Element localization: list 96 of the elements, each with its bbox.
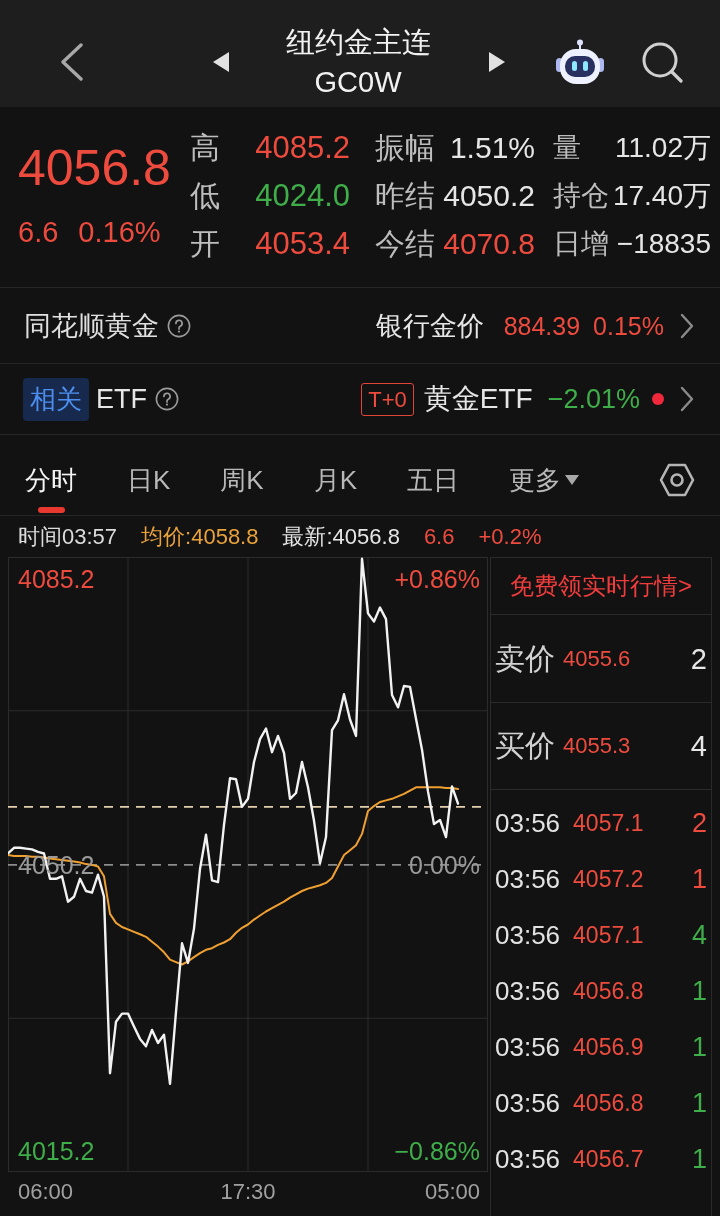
tab[interactable]: 分时 xyxy=(25,465,77,513)
section-title: ETF xyxy=(96,383,147,416)
stat-label: 开 xyxy=(190,226,220,262)
trade-time: 03:56 xyxy=(495,1031,561,1063)
time-readout: 时间03:57 xyxy=(18,523,118,550)
trade-price: 4056.8 xyxy=(573,977,644,1006)
chevron-right-icon xyxy=(680,312,694,339)
stat-value: 4085.2 xyxy=(255,130,350,166)
stat-label: 低 xyxy=(190,178,220,214)
help-icon[interactable] xyxy=(167,313,191,338)
trade-time: 03:56 xyxy=(495,919,561,951)
trading-rule-tag: T+0 xyxy=(361,382,414,416)
back-icon xyxy=(60,42,84,81)
stat-label: 量 xyxy=(553,131,581,165)
trade-time: 03:56 xyxy=(495,975,561,1007)
stat-value: 1.51% xyxy=(449,130,535,166)
bank-price-change: 0.15% xyxy=(593,310,664,342)
realtime-quote-link[interactable]: 免费领实时行情> xyxy=(491,558,711,615)
stat-value: 4050.2 xyxy=(443,178,535,214)
bank-price-value: 884.39 xyxy=(503,310,581,342)
section-title: 同花顺黄金 xyxy=(24,309,159,343)
caret-right-icon xyxy=(489,51,505,72)
quote-volume: 4 xyxy=(690,729,707,763)
trade-price: 4056.9 xyxy=(573,1033,644,1062)
etf-change: −2.01% xyxy=(547,383,640,416)
quote-volume: 2 xyxy=(690,641,707,676)
back-button[interactable] xyxy=(58,42,86,81)
search-icon xyxy=(641,40,683,83)
instrument-title: 纽约金主连 xyxy=(285,24,431,60)
stat-value: 4070.8 xyxy=(443,226,535,262)
search-button[interactable] xyxy=(641,40,683,83)
price-axis-label: 4015.2 xyxy=(18,1135,95,1166)
price-change: 6.6 xyxy=(18,217,59,247)
robot-icon xyxy=(555,38,605,85)
trade-volume: 1 xyxy=(691,863,707,895)
price-axis-label: 4085.2 xyxy=(18,564,95,595)
trade-time: 03:56 xyxy=(495,863,561,895)
percent-change: +0.2% xyxy=(478,523,542,550)
assistant-button[interactable] xyxy=(555,38,605,85)
previous-button[interactable] xyxy=(213,51,229,72)
stat-value: 17.40万 xyxy=(612,179,711,213)
bank-price-label: 银行金价 xyxy=(375,309,484,343)
trade-price: 4056.7 xyxy=(573,1145,644,1174)
percent-axis-label: +0.86% xyxy=(394,564,480,595)
trade-time: 03:56 xyxy=(495,1143,561,1175)
stat-label: 高 xyxy=(190,130,220,166)
instrument-code: GC0W xyxy=(314,64,402,100)
stat-label: 持仓 xyxy=(553,179,609,213)
tab[interactable]: 五日 xyxy=(407,465,460,513)
time-axis-label: 17:30 xyxy=(220,1179,276,1205)
help-icon[interactable] xyxy=(155,387,179,411)
tab[interactable]: 更多 xyxy=(509,465,580,513)
percent-axis-label: −0.86% xyxy=(394,1135,480,1166)
stat-label: 日增 xyxy=(553,227,609,261)
trade-volume: 4 xyxy=(691,919,707,951)
caret-down-icon xyxy=(565,475,580,485)
price-change: 6.6 xyxy=(423,523,455,550)
tab[interactable]: 周K xyxy=(220,465,264,513)
trade-price: 4056.8 xyxy=(573,1089,644,1118)
trade-time: 03:56 xyxy=(495,807,561,839)
stat-value: 11.02万 xyxy=(615,131,711,165)
time-axis-label: 06:00 xyxy=(18,1179,74,1205)
quote-side-label: 买价 xyxy=(495,728,555,764)
stat-value: 4024.0 xyxy=(255,178,350,214)
settings-button[interactable] xyxy=(659,462,695,498)
etf-name-label: 黄金ETF xyxy=(423,382,533,416)
trade-price: 4057.1 xyxy=(573,809,644,838)
tab[interactable]: 月K xyxy=(313,465,358,513)
trade-price: 4057.1 xyxy=(573,921,644,950)
next-button[interactable] xyxy=(489,51,505,72)
stat-value: 4053.4 xyxy=(255,226,350,262)
caret-left-icon xyxy=(213,51,229,72)
time-axis-label: 05:00 xyxy=(424,1179,480,1205)
trade-volume: 1 xyxy=(691,1087,707,1119)
chevron-right-icon xyxy=(680,386,694,412)
trade-volume: 1 xyxy=(691,1143,707,1175)
stat-label: 今结 xyxy=(375,226,435,262)
quote-side-label: 卖价 xyxy=(495,640,555,677)
related-badge: 相关 xyxy=(23,377,89,421)
last-price: 4056.8 xyxy=(18,143,172,193)
average-price-readout: 均价:4058.8 xyxy=(141,523,259,550)
percent-change: 0.16% xyxy=(78,217,161,247)
trade-time: 03:56 xyxy=(495,1087,561,1119)
settings-icon xyxy=(659,462,695,498)
stat-label: 昨结 xyxy=(375,178,435,214)
trade-volume: 1 xyxy=(691,1031,707,1063)
quote-price: 4055.3 xyxy=(563,732,631,760)
quote-price: 4055.6 xyxy=(563,644,631,673)
latest-price-readout: 最新:4056.8 xyxy=(282,523,400,550)
trade-price: 4057.2 xyxy=(573,865,644,894)
stat-label: 振幅 xyxy=(375,130,435,166)
stat-value: −18835 xyxy=(616,227,711,261)
trade-volume: 1 xyxy=(691,975,707,1007)
trade-volume: 2 xyxy=(691,807,707,839)
tab[interactable]: 日K xyxy=(127,465,171,513)
percent-axis-label: 0.00% xyxy=(409,849,480,880)
